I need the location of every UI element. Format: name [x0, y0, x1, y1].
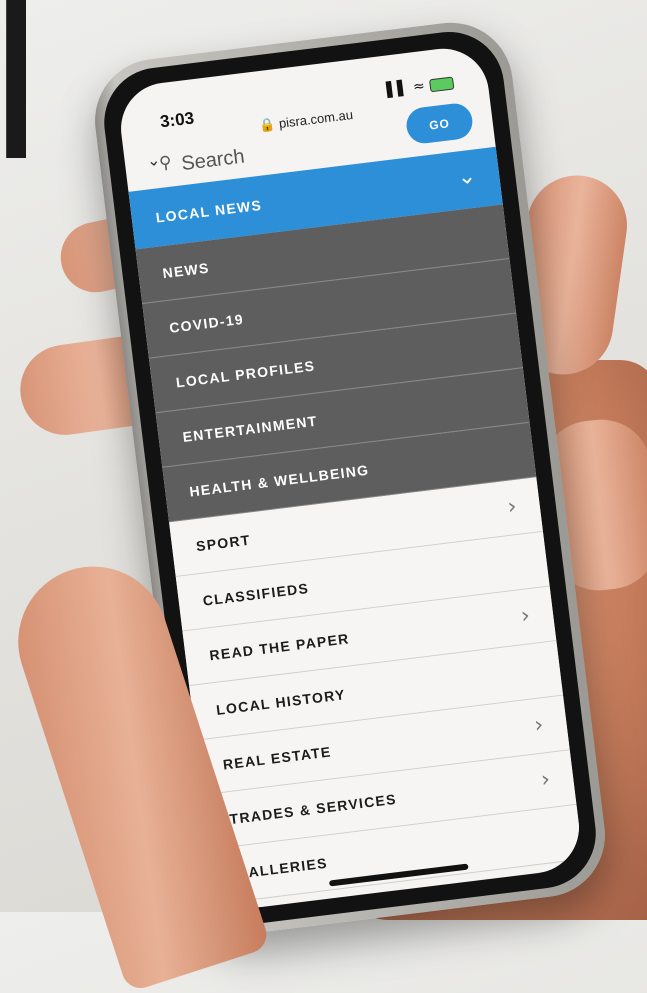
menu-item-label: LOCAL NEWS	[154, 196, 263, 226]
status-icons: ▌▌ ≈	[385, 75, 455, 99]
menu-item-label: SPORT	[195, 531, 252, 555]
menu-item-label: LOCAL PROFILES	[175, 357, 317, 391]
menu-item-label: TRADES & SERVICES	[228, 790, 398, 828]
search-icon: ⚲	[158, 152, 173, 174]
menu-item-label: READ THE PAPER	[208, 630, 351, 664]
decorative-letter: I	[0, 0, 26, 162]
wifi-icon: ≈	[412, 78, 426, 96]
menu-item-label: HEALTH & WELLBEING	[188, 461, 371, 500]
menu-item-label: LOCAL HISTORY	[215, 686, 347, 718]
menu-item-label: CLASSIFIEDS	[201, 579, 310, 609]
menu-item-label: COVID-19	[168, 310, 245, 336]
menu-item-label: REAL ESTATE	[222, 743, 333, 773]
chevron-right-icon[interactable]: ›	[504, 480, 521, 535]
chevron-down-icon[interactable]: ⌄	[454, 149, 480, 205]
menu-item-label: ENTERTAINMENT	[181, 412, 319, 446]
battery-icon	[428, 75, 455, 92]
signal-icon: ▌▌	[385, 80, 410, 99]
menu-item-label: GALLERIES	[235, 854, 329, 882]
chevron-right-icon[interactable]: ›	[531, 698, 548, 753]
menu-item-label: NEWS	[161, 259, 211, 282]
chevron-right-icon[interactable]: ›	[518, 589, 535, 644]
chevron-right-icon[interactable]: ›	[538, 753, 555, 808]
